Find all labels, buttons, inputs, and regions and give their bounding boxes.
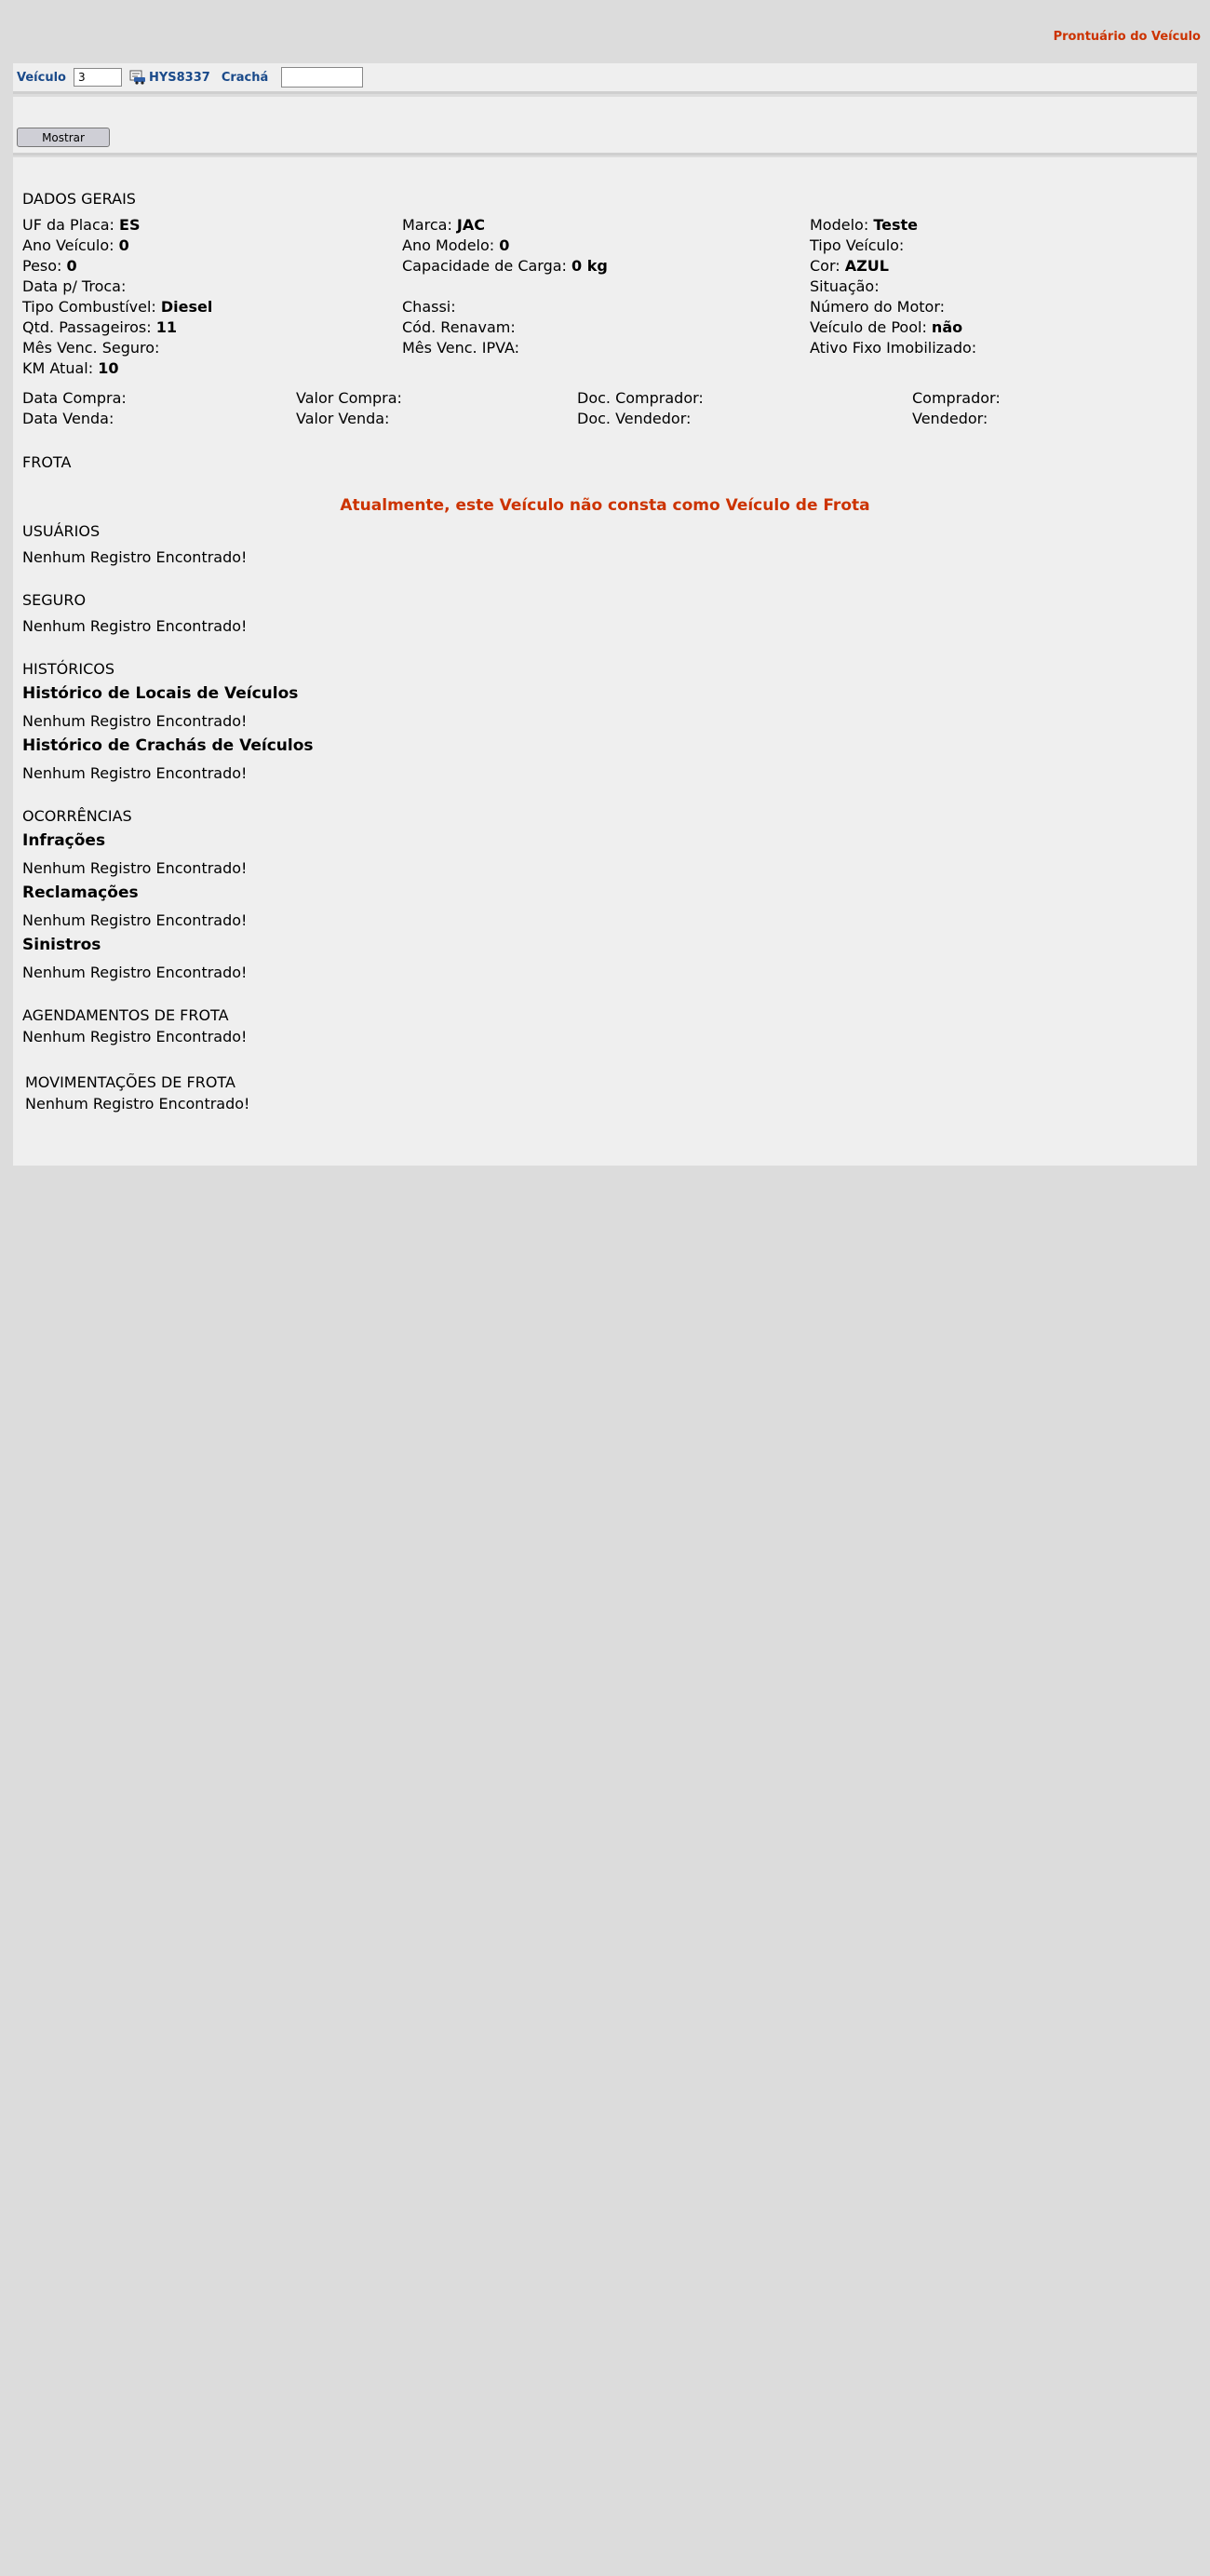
- veiculo-input[interactable]: [73, 68, 122, 87]
- field-label: Situação:: [810, 277, 880, 295]
- sinistros-empty: Nenhum Registro Encontrado!: [22, 964, 248, 981]
- ocorrencias-header: OCORRÊNCIAS: [22, 807, 132, 825]
- historico-crachas-title: Histórico de Crachás de Veículos: [22, 736, 314, 755]
- veiculo-label: Veículo: [17, 70, 66, 85]
- seguro-header: SEGURO: [22, 591, 87, 609]
- dados-gerais-header: DADOS GERAIS: [22, 190, 136, 208]
- field-label: Cód. Renavam:: [402, 318, 516, 336]
- historico-locais-title: Histórico de Locais de Veículos: [22, 684, 299, 703]
- capacidade-carga-field: Capacidade de Carga: 0 kg: [402, 257, 608, 275]
- mes-venc-ipva-field: Mês Venc. IPVA:: [402, 339, 519, 357]
- reclamacoes-title: Reclamações: [22, 883, 139, 902]
- modelo-field: Modelo: Teste: [810, 216, 918, 234]
- agendamentos-empty: Nenhum Registro Encontrado!: [22, 1028, 248, 1045]
- vehicle-plate[interactable]: HYS8337: [149, 71, 210, 85]
- tipo-combustivel-field: Tipo Combustível: Diesel: [22, 298, 212, 316]
- ano-modelo-field: Ano Modelo: 0: [402, 236, 509, 254]
- valor-compra-field: Valor Compra:: [296, 389, 402, 407]
- field-label: Peso:: [22, 257, 67, 275]
- field-label: Mês Venc. Seguro:: [22, 339, 160, 357]
- comprador-field: Comprador:: [912, 389, 1001, 407]
- field-label: Modelo:: [810, 216, 874, 234]
- historico-crachas-empty: Nenhum Registro Encontrado!: [22, 764, 248, 782]
- mostrar-button[interactable]: Mostrar: [17, 128, 110, 147]
- situacao-field: Situação:: [810, 277, 880, 295]
- vendedor-field: Vendedor:: [912, 410, 988, 427]
- field-value: AZUL: [844, 257, 889, 275]
- data-troca-field: Data p/ Troca:: [22, 277, 126, 295]
- cracha-label: Crachá: [221, 70, 269, 85]
- marca-field: Marca: JAC: [402, 216, 485, 234]
- frota-header: FROTA: [22, 453, 72, 471]
- field-value: Diesel: [160, 298, 213, 316]
- movimentacoes-empty: Nenhum Registro Encontrado!: [25, 1095, 250, 1113]
- doc-comprador-field: Doc. Comprador:: [577, 389, 704, 407]
- field-label: Mês Venc. IPVA:: [402, 339, 520, 357]
- peso-field: Peso: 0: [22, 257, 77, 275]
- field-label: Ano Modelo:: [402, 236, 500, 254]
- vehicle-record: DADOS GERAIS UF da Placa: ES Marca: JAC …: [13, 157, 1197, 1166]
- field-label: Cor:: [810, 257, 845, 275]
- field-label: Tipo Combustível:: [22, 298, 161, 316]
- cracha-input[interactable]: [281, 67, 364, 88]
- field-value: 0 kg: [571, 257, 608, 275]
- numero-motor-field: Número do Motor:: [810, 298, 945, 316]
- agendamentos-header: AGENDAMENTOS DE FROTA: [22, 1006, 229, 1024]
- ano-veiculo-field: Ano Veículo: 0: [22, 236, 129, 254]
- action-bar: Mostrar: [13, 97, 1197, 155]
- field-label: Número do Motor:: [810, 298, 946, 316]
- field-value: Teste: [873, 216, 918, 234]
- usuarios-header: USUÁRIOS: [22, 522, 101, 540]
- field-label: Capacidade de Carga:: [402, 257, 572, 275]
- vehicle-icon[interactable]: [129, 70, 146, 85]
- data-compra-field: Data Compra:: [22, 389, 127, 407]
- field-value: 0: [66, 257, 77, 275]
- field-value: JAC: [456, 216, 485, 234]
- seguro-empty-message: Nenhum Registro Encontrado!: [22, 617, 248, 635]
- qtd-passageiros-field: Qtd. Passageiros: 11: [22, 318, 177, 336]
- field-label: UF da Placa:: [22, 216, 120, 234]
- cod-renavam-field: Cód. Renavam:: [402, 318, 516, 336]
- data-venda-field: Data Venda:: [22, 410, 114, 427]
- historico-locais-empty: Nenhum Registro Encontrado!: [22, 712, 248, 730]
- frota-status-message: Atualmente, este Veículo não consta como…: [340, 496, 870, 515]
- field-value: não: [931, 318, 963, 336]
- uf-placa-field: UF da Placa: ES: [22, 216, 140, 234]
- field-label: Ativo Fixo Imobilizado:: [810, 339, 977, 357]
- mes-venc-seguro-field: Mês Venc. Seguro:: [22, 339, 159, 357]
- field-label: Tipo Veículo:: [810, 236, 905, 254]
- veiculo-pool-field: Veículo de Pool: não: [810, 318, 962, 336]
- ativo-fixo-field: Ativo Fixo Imobilizado:: [810, 339, 976, 357]
- chassi-field: Chassi:: [402, 298, 456, 316]
- field-label: Marca:: [402, 216, 457, 234]
- field-value: 10: [98, 359, 119, 377]
- usuarios-empty-message: Nenhum Registro Encontrado!: [22, 548, 248, 566]
- field-value: 0: [499, 236, 510, 254]
- reclamacoes-empty: Nenhum Registro Encontrado!: [22, 911, 248, 929]
- km-atual-field: KM Atual: 10: [22, 359, 118, 377]
- infracoes-title: Infrações: [22, 831, 106, 850]
- field-value: 11: [155, 318, 177, 336]
- tipo-veiculo-field: Tipo Veículo:: [810, 236, 904, 254]
- page-title: Prontuário do Veículo: [1053, 30, 1201, 44]
- valor-venda-field: Valor Venda:: [296, 410, 390, 427]
- field-label: Veículo de Pool:: [810, 318, 932, 336]
- filter-bar: Veículo HYS8337 Crachá: [13, 63, 1197, 94]
- cor-field: Cor: AZUL: [810, 257, 889, 275]
- infracoes-empty: Nenhum Registro Encontrado!: [22, 859, 248, 877]
- movimentacoes-header: MOVIMENTAÇÕES DE FROTA: [25, 1073, 235, 1091]
- field-value: 0: [118, 236, 129, 254]
- sinistros-title: Sinistros: [22, 936, 101, 954]
- historicos-header: HISTÓRICOS: [22, 660, 115, 678]
- doc-vendedor-field: Doc. Vendedor:: [577, 410, 692, 427]
- field-label: Chassi:: [402, 298, 456, 316]
- field-label: Qtd. Passageiros:: [22, 318, 156, 336]
- field-value: ES: [119, 216, 141, 234]
- field-label: Data p/ Troca:: [22, 277, 127, 295]
- field-label: KM Atual:: [22, 359, 99, 377]
- field-label: Ano Veículo:: [22, 236, 119, 254]
